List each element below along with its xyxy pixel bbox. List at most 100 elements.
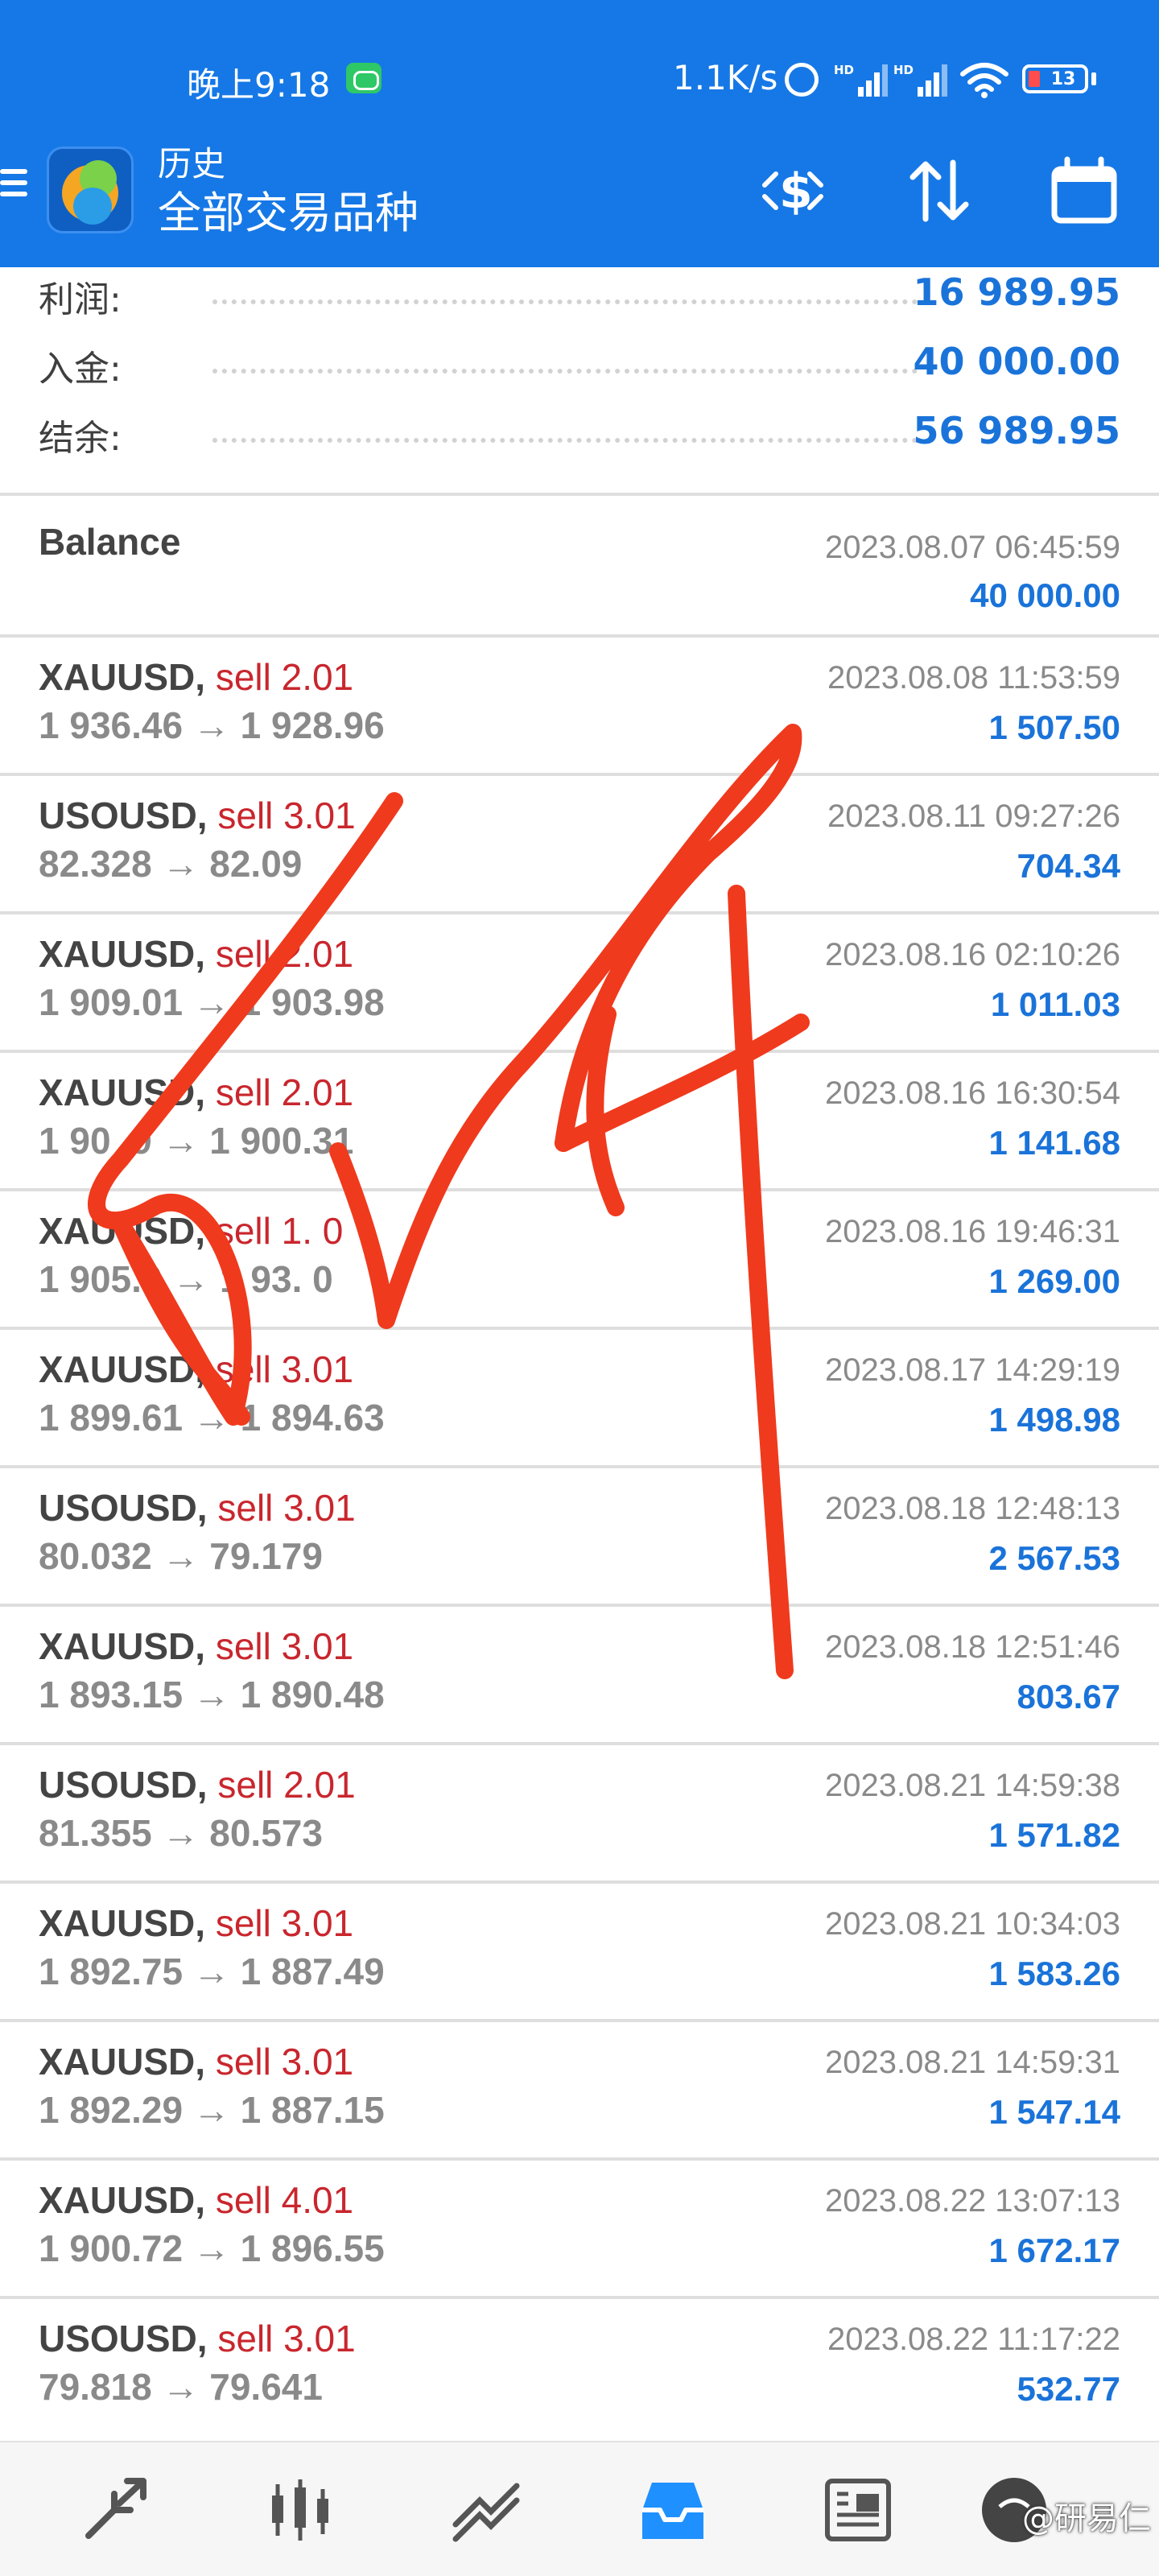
svg-text:$: $: [779, 163, 813, 220]
deal-profit: 1 507.50: [988, 708, 1121, 746]
deal-row[interactable]: USOUSD, sell 3.01 79.818 → 79.641 2023.0…: [0, 2299, 1159, 2438]
deal-profit: 1 498.98: [988, 1401, 1121, 1439]
balance-entry[interactable]: Balance 2023.08.07 06:45:59 40 000.00: [0, 496, 1159, 638]
summary-profit: 利润: 16 989.95: [0, 262, 1159, 332]
deal-symbol-line: XAUUSD, sell 3.01: [39, 1901, 353, 1945]
deal-profit: 2 567.53: [988, 1539, 1121, 1577]
deal-profit: 1 141.68: [988, 1124, 1121, 1162]
deal-symbol-line: XAUUSD, sell 3.01: [39, 1348, 353, 1391]
symbol-filter-label[interactable]: 全部交易品种: [158, 177, 419, 241]
deal-row[interactable]: XAUUSD, sell 4.01 1 900.72 → 1 896.55 20…: [0, 2161, 1159, 2299]
summary-balance: 结余: 56 989.95: [0, 401, 1159, 470]
deal-date: 2023.08.18 12:51:46: [824, 1629, 1120, 1665]
network-speed: 1.1K/s: [673, 58, 778, 97]
summary-value: 56 989.95: [913, 409, 1120, 452]
summary-value: 40 000.00: [913, 340, 1120, 383]
deal-side: sell 2.01: [215, 933, 354, 975]
deal-row[interactable]: USOUSD, sell 2.01 81.355 → 80.573 2023.0…: [0, 1745, 1159, 1884]
deal-symbol: XAUUSD,: [39, 1902, 206, 1944]
deal-date: 2023.08.16 16:30:54: [824, 1075, 1120, 1111]
signal-2-hd-label: HD: [893, 63, 914, 77]
history-icon[interactable]: [634, 2475, 711, 2545]
signal-icon: HD: [834, 63, 888, 97]
watermark: @研易仁: [1022, 2500, 1151, 2537]
deal-side: sell 4.01: [215, 2179, 354, 2221]
summary-deposit: 入金: 40 000.00: [0, 332, 1159, 401]
trade-icon[interactable]: [448, 2475, 525, 2545]
deal-date: 2023.08.17 14:29:19: [824, 1352, 1120, 1388]
wechat-notification-icon: [346, 63, 382, 93]
battery-cap: [1091, 72, 1096, 85]
deal-profit: 1 547.14: [988, 2093, 1121, 2131]
deal-symbol-line: XAUUSD, sell 3.01: [39, 1624, 353, 1668]
deal-date: 2023.08.11 09:27:26: [827, 799, 1120, 834]
deal-profit: 803.67: [1017, 1678, 1120, 1715]
summary-label: 入金:: [39, 349, 122, 390]
leader-dots: [212, 438, 918, 443]
balance-label: Balance: [39, 521, 181, 563]
deal-symbol-line: USOUSD, sell 3.01: [39, 794, 356, 837]
deal-profit: 532.77: [1017, 2370, 1120, 2408]
deal-prices: 79.818 → 79.641: [39, 2366, 323, 2408]
deal-row[interactable]: XAUUSD, sell 3.01 1 893.15 → 1 890.48 20…: [0, 1607, 1159, 1745]
deal-prices: 1 909.01 → 1 903.98: [39, 981, 385, 1023]
deal-symbol-line: XAUUSD, sell 4.01: [39, 2178, 353, 2222]
deal-row[interactable]: XAUUSD, sell 2.01 1 909.01 → 1 903.98 20…: [0, 914, 1159, 1053]
news-icon[interactable]: [819, 2475, 897, 2545]
deal-symbol-line: XAUUSD, sell 2.01: [39, 655, 353, 699]
signal-2-icon: HD: [893, 63, 947, 97]
deal-side: sell 3.01: [217, 795, 356, 836]
deal-prices: 1 936.46 → 1 928.96: [39, 704, 385, 746]
deal-profit: 1 011.03: [990, 985, 1120, 1023]
deal-symbol: XAUUSD,: [39, 1625, 206, 1667]
deal-prices: 82.328 → 82.09: [39, 843, 303, 885]
quotes-icon[interactable]: [77, 2475, 155, 2545]
leader-dots: [212, 369, 918, 374]
currency-dollar-icon[interactable]: $: [757, 155, 829, 227]
chart-icon[interactable]: [262, 2475, 340, 2545]
status-bar: 晚上9:18 1.1K/s HD HD 13: [0, 0, 1159, 129]
deal-row[interactable]: XAUUSD, sell 3.01 1 892.29 → 1 887.15 20…: [0, 2022, 1159, 2161]
deal-row[interactable]: XAUUSD, sell 2.01 1 936.46 → 1 928.96 20…: [0, 638, 1159, 776]
deal-prices: 1 90 .9 → 1 900.31: [39, 1120, 354, 1162]
deal-symbol: USOUSD,: [39, 1487, 208, 1529]
deal-row[interactable]: XAUUSD, sell 3.01 1 899.61 → 1 894.63 20…: [0, 1330, 1159, 1468]
deal-profit: 1 269.00: [988, 1262, 1121, 1300]
deal-date: 2023.08.21 14:59:38: [824, 1768, 1120, 1803]
deal-symbol-line: USOUSD, sell 3.01: [39, 2317, 356, 2360]
deal-side: sell 3.01: [215, 1348, 354, 1390]
battery-icon: 13: [1022, 64, 1088, 93]
deal-side: sell 3.01: [215, 1625, 354, 1667]
summary-label: 利润:: [39, 279, 122, 320]
deal-profit: 704.34: [1017, 847, 1120, 885]
deal-side: sell 2.01: [215, 656, 354, 698]
summary-label: 结余:: [39, 418, 122, 459]
deal-row[interactable]: XAUUSD, sell 2.01 1 90 .9 → 1 900.31 202…: [0, 1053, 1159, 1191]
bottom-navigation: @研易仁: [0, 2441, 1159, 2576]
deal-date: 2023.08.22 13:07:13: [824, 2183, 1120, 2219]
deal-row[interactable]: USOUSD, sell 3.01 80.032 → 79.179 2023.0…: [0, 1468, 1159, 1607]
signal-hd-label: HD: [834, 63, 855, 77]
deal-date: 2023.08.18 12:48:13: [824, 1491, 1120, 1526]
deal-date: 2023.08.22 11:17:22: [827, 2322, 1120, 2357]
menu-icon[interactable]: [0, 164, 29, 201]
sort-icon[interactable]: [903, 155, 975, 227]
deal-symbol: USOUSD,: [39, 1764, 208, 1806]
app-logo: [47, 147, 134, 233]
deal-side: sell 1. 0: [215, 1210, 344, 1252]
deal-row[interactable]: USOUSD, sell 3.01 82.328 → 82.09 2023.08…: [0, 776, 1159, 914]
deal-symbol: XAUUSD,: [39, 1210, 206, 1252]
deal-symbol: XAUUSD,: [39, 2041, 206, 2083]
deal-side: sell 2.01: [217, 1764, 356, 1806]
deal-date: 2023.08.21 14:59:31: [824, 2045, 1120, 2080]
deal-row[interactable]: XAUUSD, sell 1. 0 1 905.9 → 1 93. 0 2023…: [0, 1191, 1159, 1330]
deal-symbol: XAUUSD,: [39, 656, 206, 698]
deal-prices: 1 892.29 → 1 887.15: [39, 2089, 385, 2131]
deal-symbol: USOUSD,: [39, 2318, 208, 2359]
deal-profit: 1 672.17: [988, 2231, 1121, 2269]
deal-row[interactable]: XAUUSD, sell 3.01 1 892.75 → 1 887.49 20…: [0, 1884, 1159, 2022]
deal-date: 2023.08.08 11:53:59: [827, 660, 1120, 696]
deal-prices: 1 893.15 → 1 890.48: [39, 1674, 385, 1715]
deal-symbol: USOUSD,: [39, 795, 208, 836]
calendar-icon[interactable]: [1048, 155, 1120, 227]
